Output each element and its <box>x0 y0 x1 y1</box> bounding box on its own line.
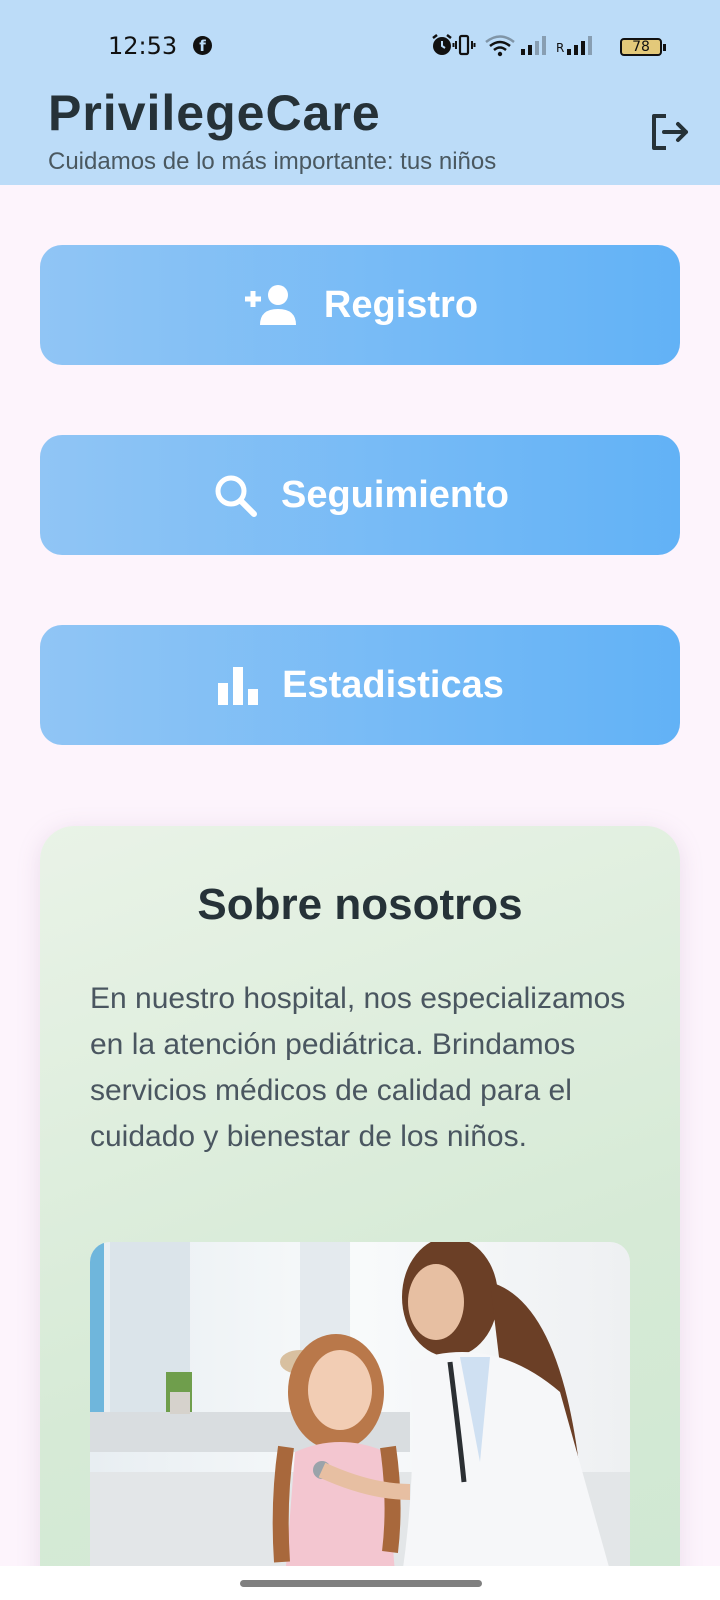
roaming-label: R <box>556 41 565 55</box>
system-navigation-bar <box>0 1566 720 1600</box>
seguimiento-label: Seguimiento <box>280 473 510 516</box>
app-title: PrivilegeCare <box>48 85 381 141</box>
home-gesture-handle[interactable] <box>240 1580 482 1587</box>
wifi-icon <box>485 35 515 57</box>
bar-chart-icon <box>216 663 260 707</box>
logout-icon[interactable] <box>646 108 694 156</box>
app-header: PrivilegeCare Cuidamos de lo más importa… <box>0 80 720 185</box>
seguimiento-button[interactable]: Seguimiento <box>40 435 680 555</box>
person-add-icon <box>242 283 302 327</box>
registro-label: Registro <box>323 283 479 326</box>
search-icon <box>211 471 259 519</box>
app-subtitle: Cuidamos de lo más importante: tus niños <box>48 148 497 175</box>
vibrate-icon <box>452 34 476 56</box>
doctor-examining-child-photo <box>90 1242 630 1600</box>
signal-strength-icon-2 <box>567 36 592 55</box>
signal-strength-icon <box>521 36 546 55</box>
estadisticas-label: Estadisticas <box>282 663 504 706</box>
about-us-card: Sobre nosotros En nuestro hospital, nos … <box>40 826 680 1600</box>
about-us-title: Sobre nosotros <box>197 880 523 929</box>
alarm-icon <box>432 34 452 55</box>
estadisticas-button[interactable]: Estadisticas <box>40 625 680 745</box>
about-us-text: En nuestro hospital, nos especializamos … <box>90 982 626 1153</box>
facebook-notification-icon: f <box>193 36 212 55</box>
status-bar: 12:53 f R 78 <box>0 0 720 80</box>
registro-button[interactable]: Registro <box>40 245 680 365</box>
battery-indicator: 78 <box>620 38 666 56</box>
status-time: 12:53 <box>108 32 178 60</box>
